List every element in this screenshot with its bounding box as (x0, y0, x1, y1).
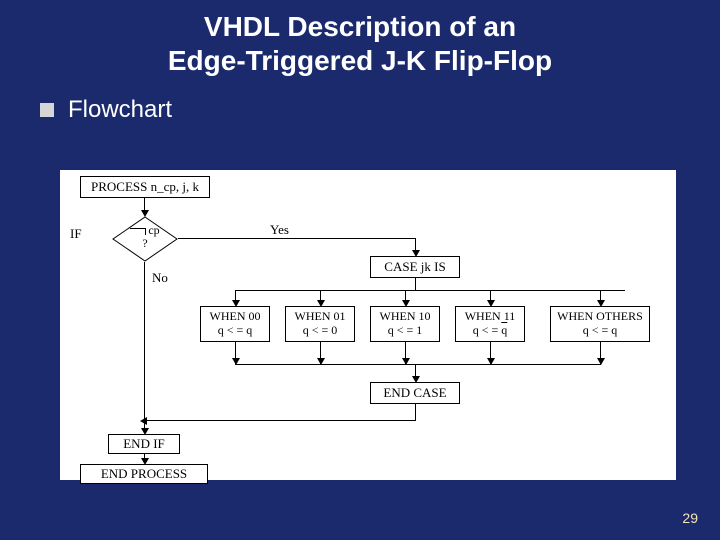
process-box: PROCESS n_cp, j, k (80, 176, 210, 198)
when-11-box: WHEN 11 q < = q (455, 306, 525, 342)
bullet-row: Flowchart (0, 82, 720, 134)
connector (235, 290, 625, 291)
when-body: q < = q (473, 324, 508, 338)
connector (235, 364, 601, 365)
end-case-box: END CASE (370, 382, 460, 404)
when-body: q < = q (218, 324, 253, 338)
when-00-box: WHEN 00 q < = q (200, 306, 270, 342)
when-others-box: WHEN OTHERS q < = q (550, 306, 650, 342)
end-if-box: END IF (108, 434, 180, 454)
yes-label: Yes (270, 222, 289, 238)
when-head: WHEN OTHERS (557, 310, 643, 324)
title-line-2: Edge-Triggered J-K Flip-Flop (168, 45, 552, 76)
when-head: WHEN 11 (465, 310, 516, 324)
when-head: WHEN 01 (295, 310, 346, 324)
when-10-box: WHEN 10 q < = 1 (370, 306, 440, 342)
when-body: q < = 1 (388, 324, 423, 338)
when-body: q < = 0 (303, 324, 338, 338)
falling-edge-icon (130, 228, 146, 235)
when-head: WHEN 00 (210, 310, 261, 324)
connector (145, 420, 416, 421)
bullet-label: Flowchart (68, 96, 172, 124)
page-number: 29 (682, 510, 698, 526)
when-01-box: WHEN 01 q < = 0 (285, 306, 355, 342)
decision-text: cp ? (112, 224, 178, 250)
title-line-1: VHDL Description of an (204, 11, 516, 42)
slide-title: VHDL Description of an Edge-Triggered J-… (0, 0, 720, 82)
case-box: CASE jk IS (370, 256, 460, 278)
connector (144, 262, 145, 430)
flowchart-canvas: PROCESS n_cp, j, k IF cp ? Yes CASE jk I… (60, 170, 676, 480)
decision-diamond: cp ? (112, 216, 178, 262)
connector (178, 238, 416, 239)
connector (415, 404, 416, 420)
end-process-box: END PROCESS (80, 464, 208, 484)
no-label: No (152, 270, 168, 286)
connector (415, 278, 416, 290)
bullet-square-icon (40, 103, 54, 117)
when-head: WHEN 10 (380, 310, 431, 324)
if-label: IF (70, 226, 82, 242)
when-body: q < = q (583, 324, 618, 338)
